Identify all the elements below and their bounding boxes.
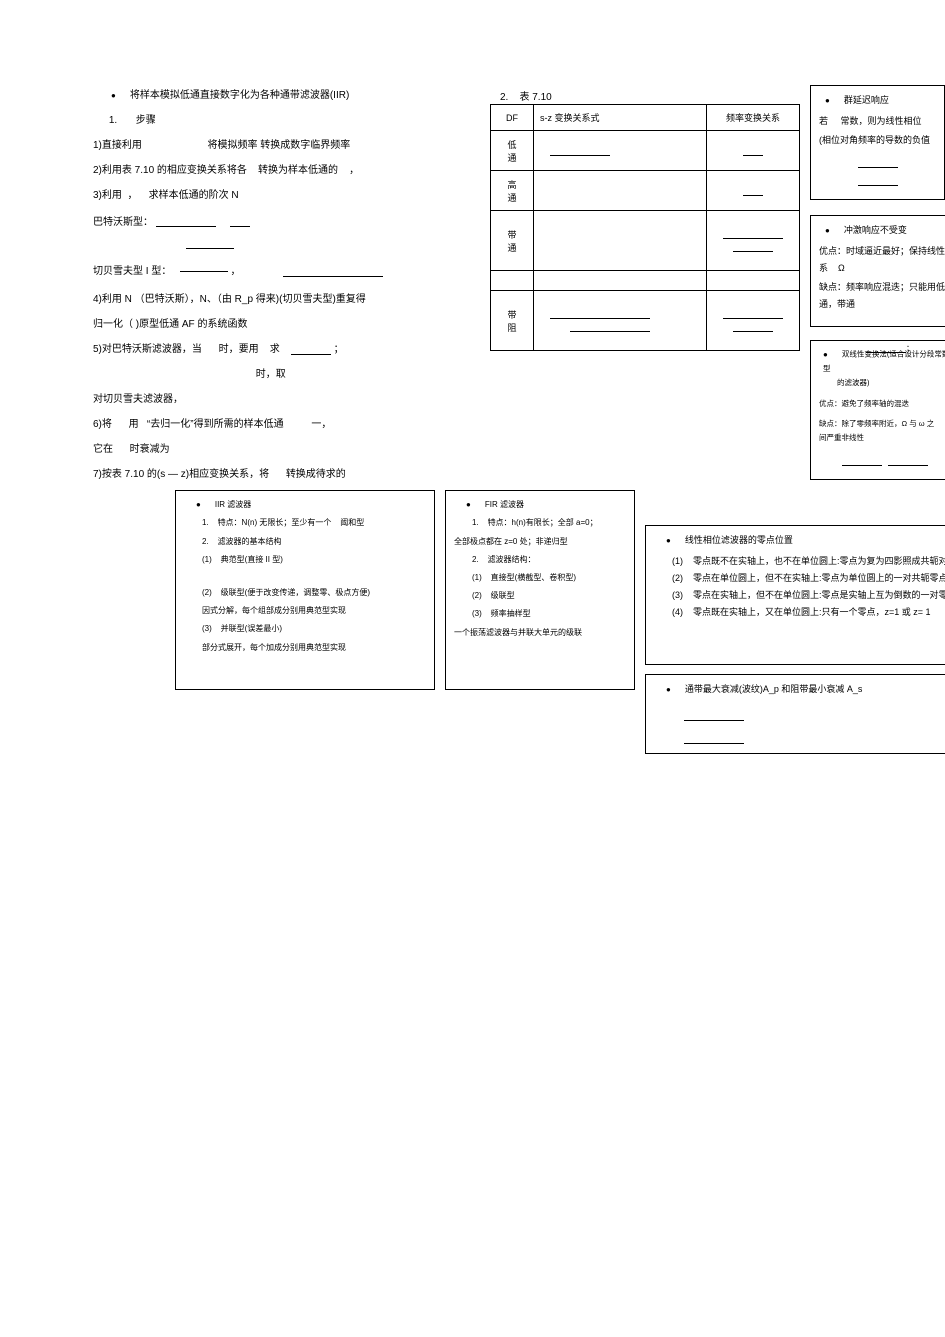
step-2a: 2)利用表 7.10 的相应变换关系将各	[93, 165, 247, 176]
step-7a: 7)按表 7.10 的(s — z)相应变换关系，将	[93, 469, 269, 480]
step-5b: 时，要用	[219, 344, 259, 355]
cb2-label: 对切贝雪夫滤波器，	[93, 390, 437, 409]
step-6b: 用	[129, 419, 139, 430]
step-3b: ，	[127, 190, 137, 201]
table-caption-text: 表 7.10	[519, 92, 551, 103]
step-5a: 5)对巴特沃斯滤波器，当	[93, 344, 202, 355]
group-delay-title: 群延迟响应	[825, 92, 936, 109]
step-5c: 求	[270, 344, 280, 355]
step-5d: ；	[334, 344, 344, 355]
left-title: 将样本模拟低通直接数字化为各种通带滤波器(IIR)	[93, 86, 437, 105]
step-6c: “去归一化”得到所需的样本低通	[147, 419, 284, 430]
step-1a: 1)直接利用	[93, 140, 142, 151]
attenuation-box: 通带最大衰减(波纹)A_p 和阻带最小衰减 A_s	[645, 674, 945, 754]
table-caption-num: 2.	[500, 92, 508, 103]
impulse-title: 冲激响应不受变	[825, 222, 945, 239]
td-hp: 高通	[491, 171, 534, 211]
td-bp: 带通	[491, 211, 534, 271]
cb-label: 切贝雪夫型 I 型：	[93, 266, 171, 277]
step-3c: 求样本低通的阶次 N	[149, 190, 239, 201]
left-content: 将样本模拟低通直接数字化为各种通带滤波器(IIR) 1. 步骤 1)直接利用 将…	[85, 80, 445, 490]
step-6e: 它在	[93, 444, 113, 455]
iir-box: IIR 滤波器 1. 特点：N(n) 无限长；至少有一个 阈和型 2. 滤波器的…	[175, 490, 435, 690]
th-sz: s-z 变换关系式	[534, 105, 707, 131]
step-num-1: 1.	[93, 111, 133, 130]
step-7b: 转换成待求的	[286, 469, 346, 480]
iir-title: IIR 滤波器	[196, 497, 426, 512]
step-6a: 6)将	[93, 419, 112, 430]
step-2b: 转换为样本低通的	[258, 165, 338, 176]
step-6f: 时衰减为	[130, 444, 170, 455]
zeros-title: 线性相位滤波器的零点位置	[666, 532, 945, 549]
step-2c: ，	[349, 165, 359, 176]
impulse-box: 冲激响应不受变 优点：时域逼近最好；保持线性关系 Ω 缺点：频率响应混迭；只能用…	[810, 215, 945, 327]
th-df: DF	[491, 105, 534, 131]
group-delay-box: 群延迟响应 若 常数，则为线性相位 (相位对角频率的导数的负值	[810, 85, 945, 200]
th-freq: 频率变换关系	[707, 105, 800, 131]
bilinear-box: 双线性变换法(适合设计分段常数型 的滤波器) 优点：避免了频率轴的混迭 缺点：除…	[810, 340, 945, 480]
fir-box: FIR 滤波器 1. 特点：h(n)有限长；全部 a=0； 全部极点都在 z=0…	[445, 490, 635, 690]
bw-label: 巴特沃斯型：	[93, 217, 153, 228]
zeros-box: 线性相位滤波器的零点位置 (1) 零点既不在实轴上，也不在单位圆上:零点为复为四…	[645, 525, 945, 665]
step-6d: 一，	[311, 419, 331, 430]
step-label-1: 步骤	[136, 115, 156, 126]
step-3a: 3)利用	[93, 190, 122, 201]
step-5e: 时，取	[256, 369, 286, 380]
step-4b: 归一化（ )原型低通 AF 的系统函数	[93, 315, 437, 334]
attenuation-title: 通带最大衰减(波纹)A_p 和阻带最小衰减 A_s	[666, 681, 945, 698]
step-4: 4)利用 N （巴特沃斯），N、（由 R_p 得来)(切贝雪夫型)重复得	[93, 290, 437, 309]
td-lp: 低通	[491, 131, 534, 171]
td-bs: 带阻	[491, 291, 534, 351]
conversion-table: DF s-z 变换关系式 频率变换关系 低通 高通 带通 带阻	[490, 104, 800, 351]
step-1b: 将模拟频率 转换成数字临界频率	[207, 140, 350, 151]
fir-title: FIR 滤波器	[466, 497, 626, 512]
